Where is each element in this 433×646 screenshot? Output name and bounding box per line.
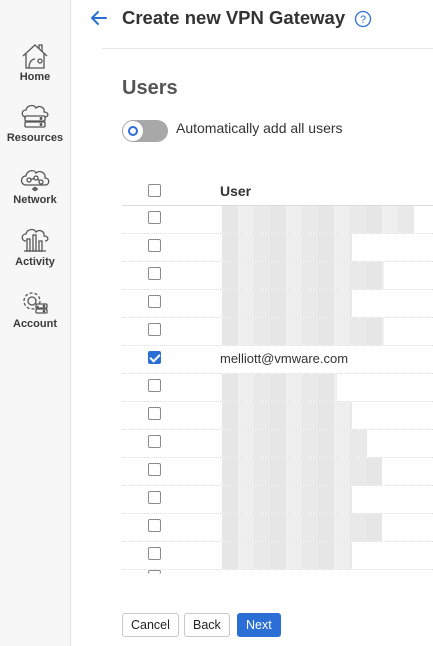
row-checkbox[interactable] — [148, 407, 161, 420]
table-row — [122, 290, 433, 318]
back-button[interactable]: Back — [184, 613, 230, 637]
sidebar-item-home[interactable]: Home — [0, 42, 70, 83]
cloud-server-icon — [21, 104, 49, 128]
table-row: melliott@vmware.com — [122, 346, 433, 374]
user-email: melliott@vmware.com — [220, 351, 349, 366]
redacted-user — [222, 458, 382, 485]
network-cloud-icon — [20, 169, 50, 192]
redacted-user — [222, 206, 414, 233]
row-checkbox[interactable] — [148, 547, 161, 560]
redacted-user — [222, 542, 352, 569]
redacted-user — [222, 318, 384, 345]
sidebar-item-activity[interactable]: Activity — [0, 227, 70, 268]
redacted-user — [222, 430, 367, 457]
table-row — [122, 318, 433, 346]
sidebar-item-resources[interactable]: Resources — [0, 103, 70, 144]
row-checkbox[interactable] — [148, 491, 161, 504]
sidebar: Home Resources Network Activity Account — [0, 0, 71, 646]
row-checkbox[interactable] — [148, 463, 161, 476]
table-row — [122, 514, 433, 542]
sidebar-item-network[interactable]: Network — [0, 165, 70, 206]
row-checkbox[interactable] — [148, 323, 161, 336]
table-row — [122, 374, 433, 402]
row-checkbox[interactable] — [148, 379, 161, 392]
toggle-knob — [123, 121, 143, 141]
row-checkbox[interactable] — [148, 435, 161, 448]
cancel-button[interactable]: Cancel — [122, 613, 179, 637]
sidebar-item-label: Resources — [6, 132, 64, 144]
table-row — [122, 430, 433, 458]
help-icon-glyph: ? — [360, 14, 366, 26]
header-divider — [102, 48, 433, 49]
row-checkbox[interactable] — [148, 211, 161, 224]
row-checkbox-checked[interactable] — [148, 351, 161, 364]
back-arrow-icon[interactable] — [90, 9, 108, 27]
select-all-checkbox[interactable] — [148, 184, 161, 197]
sidebar-item-label: Home — [19, 71, 51, 83]
redacted-user — [222, 262, 384, 289]
row-checkbox[interactable] — [148, 570, 161, 574]
sidebar-item-account[interactable]: Account — [0, 289, 70, 330]
redacted-user — [222, 234, 352, 261]
page-header: Create new VPN Gateway ? — [72, 0, 433, 42]
table-row — [122, 234, 433, 262]
table-row — [122, 542, 433, 570]
table-row — [122, 262, 433, 290]
gear-icon — [23, 292, 48, 314]
redacted-user — [222, 374, 337, 401]
table-row — [122, 206, 433, 234]
section-title: Users — [122, 77, 178, 99]
row-checkbox[interactable] — [148, 239, 161, 252]
table-header-row: User — [122, 177, 433, 206]
sidebar-item-label: Network — [13, 194, 57, 206]
activity-chart-icon — [21, 228, 49, 252]
column-header-user: User — [220, 183, 252, 199]
home-icon — [22, 44, 48, 69]
redacted-user — [222, 290, 352, 317]
table-row — [122, 486, 433, 514]
table-row — [122, 458, 433, 486]
row-checkbox[interactable] — [148, 295, 161, 308]
redacted-user — [222, 514, 382, 541]
next-button[interactable]: Next — [237, 613, 281, 637]
table-row — [122, 570, 433, 584]
help-icon[interactable]: ? — [354, 10, 372, 28]
row-checkbox[interactable] — [148, 519, 161, 532]
table-row — [122, 402, 433, 430]
main-content: Create new VPN Gateway ? Users Automatic… — [72, 0, 433, 646]
auto-add-users-toggle[interactable] — [122, 120, 168, 142]
sidebar-item-label: Activity — [15, 256, 55, 268]
users-table: User melliott@vmware.com — [122, 177, 433, 584]
redacted-user — [222, 402, 352, 429]
page-title: Create new VPN Gateway — [122, 7, 346, 28]
auto-add-users-label: Automatically add all users — [176, 120, 343, 136]
redacted-user — [222, 486, 352, 513]
row-checkbox[interactable] — [148, 267, 161, 280]
sidebar-item-label: Account — [13, 318, 57, 330]
